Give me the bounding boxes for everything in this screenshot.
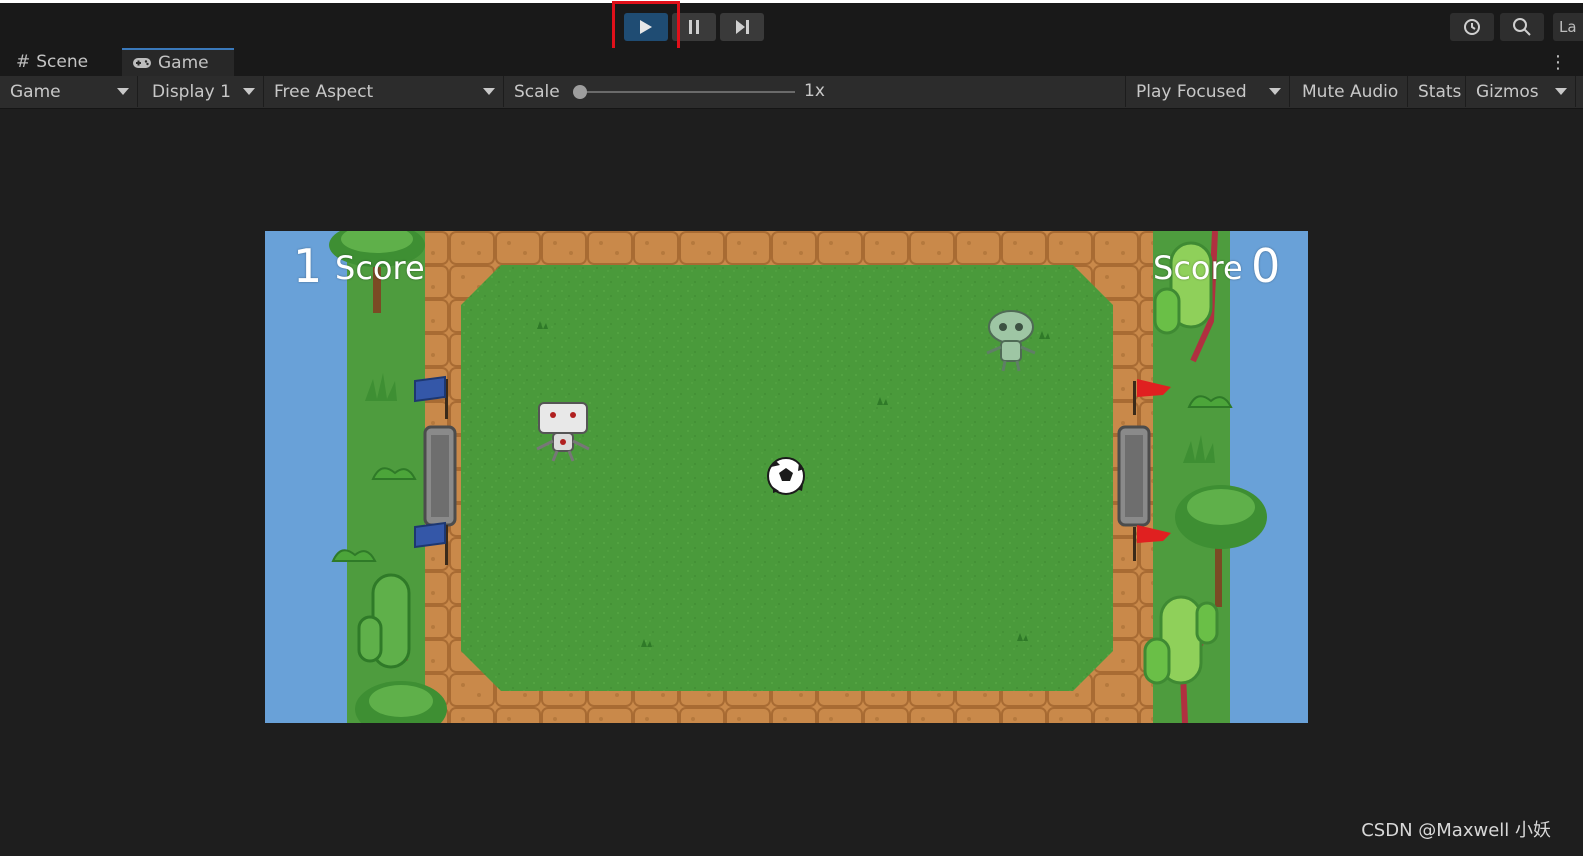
grid-icon: # — [16, 52, 31, 72]
scale-slider-handle[interactable] — [573, 85, 587, 99]
mute-audio-toggle[interactable]: Mute Audio — [1292, 76, 1408, 107]
aspect-dropdown[interactable]: Free Aspect — [264, 76, 504, 107]
soccer-ball — [767, 457, 805, 495]
chevron-down-icon — [1269, 88, 1281, 95]
tab-game-label: Game — [158, 53, 209, 73]
history-icon — [1464, 19, 1480, 35]
step-button[interactable] — [720, 13, 764, 41]
pause-icon — [689, 20, 699, 34]
scale-slider-track[interactable] — [580, 91, 795, 93]
right-score-label: Score — [1153, 249, 1243, 287]
tab-scene[interactable]: # Scene — [6, 48, 122, 76]
chevron-down-icon — [1555, 88, 1567, 95]
stats-toggle[interactable]: Stats — [1408, 76, 1466, 107]
gizmos-label: Gizmos — [1476, 81, 1539, 102]
play-mode-label: Play Focused — [1136, 81, 1247, 102]
play-mode-dropdown[interactable]: Play Focused — [1126, 76, 1290, 107]
search-icon — [1513, 18, 1531, 36]
mute-audio-label: Mute Audio — [1302, 81, 1399, 102]
main-toolbar: La — [0, 0, 1583, 57]
game-viewport[interactable]: 1 Score Score 0 — [265, 231, 1308, 723]
chevron-down-icon — [483, 88, 495, 95]
left-score-label: Score — [335, 249, 425, 287]
tab-game[interactable]: Game — [122, 48, 234, 76]
layers-label: La — [1559, 18, 1577, 36]
display-dropdown[interactable]: Display 1 — [142, 76, 264, 107]
tab-scene-label: Scene — [36, 52, 89, 72]
chevron-down-icon — [117, 88, 129, 95]
scale-label: Scale — [514, 81, 560, 102]
watermark: CSDN @Maxwell 小妖 — [1361, 820, 1551, 841]
stats-label: Stats — [1418, 81, 1462, 102]
step-icon — [736, 20, 749, 34]
layers-dropdown[interactable]: La — [1553, 13, 1583, 41]
scale-value: 1x — [804, 81, 825, 101]
tab-bar: # Scene Game ⋮ — [0, 48, 1583, 76]
gamepad-icon — [133, 58, 151, 68]
search-button[interactable] — [1500, 13, 1544, 41]
right-score-value: 0 — [1251, 239, 1281, 293]
aspect-label: Free Aspect — [274, 81, 374, 102]
view-dropdown[interactable]: Game — [0, 76, 138, 107]
chevron-down-icon — [243, 88, 255, 95]
view-label: Game — [10, 81, 61, 102]
left-score-value: 1 — [293, 239, 323, 293]
gizmos-dropdown[interactable]: Gizmos — [1466, 76, 1576, 107]
display-label: Display 1 — [152, 81, 231, 102]
more-options-icon[interactable]: ⋮ — [1549, 52, 1567, 73]
game-scene — [265, 231, 1308, 723]
history-button[interactable] — [1450, 13, 1494, 41]
